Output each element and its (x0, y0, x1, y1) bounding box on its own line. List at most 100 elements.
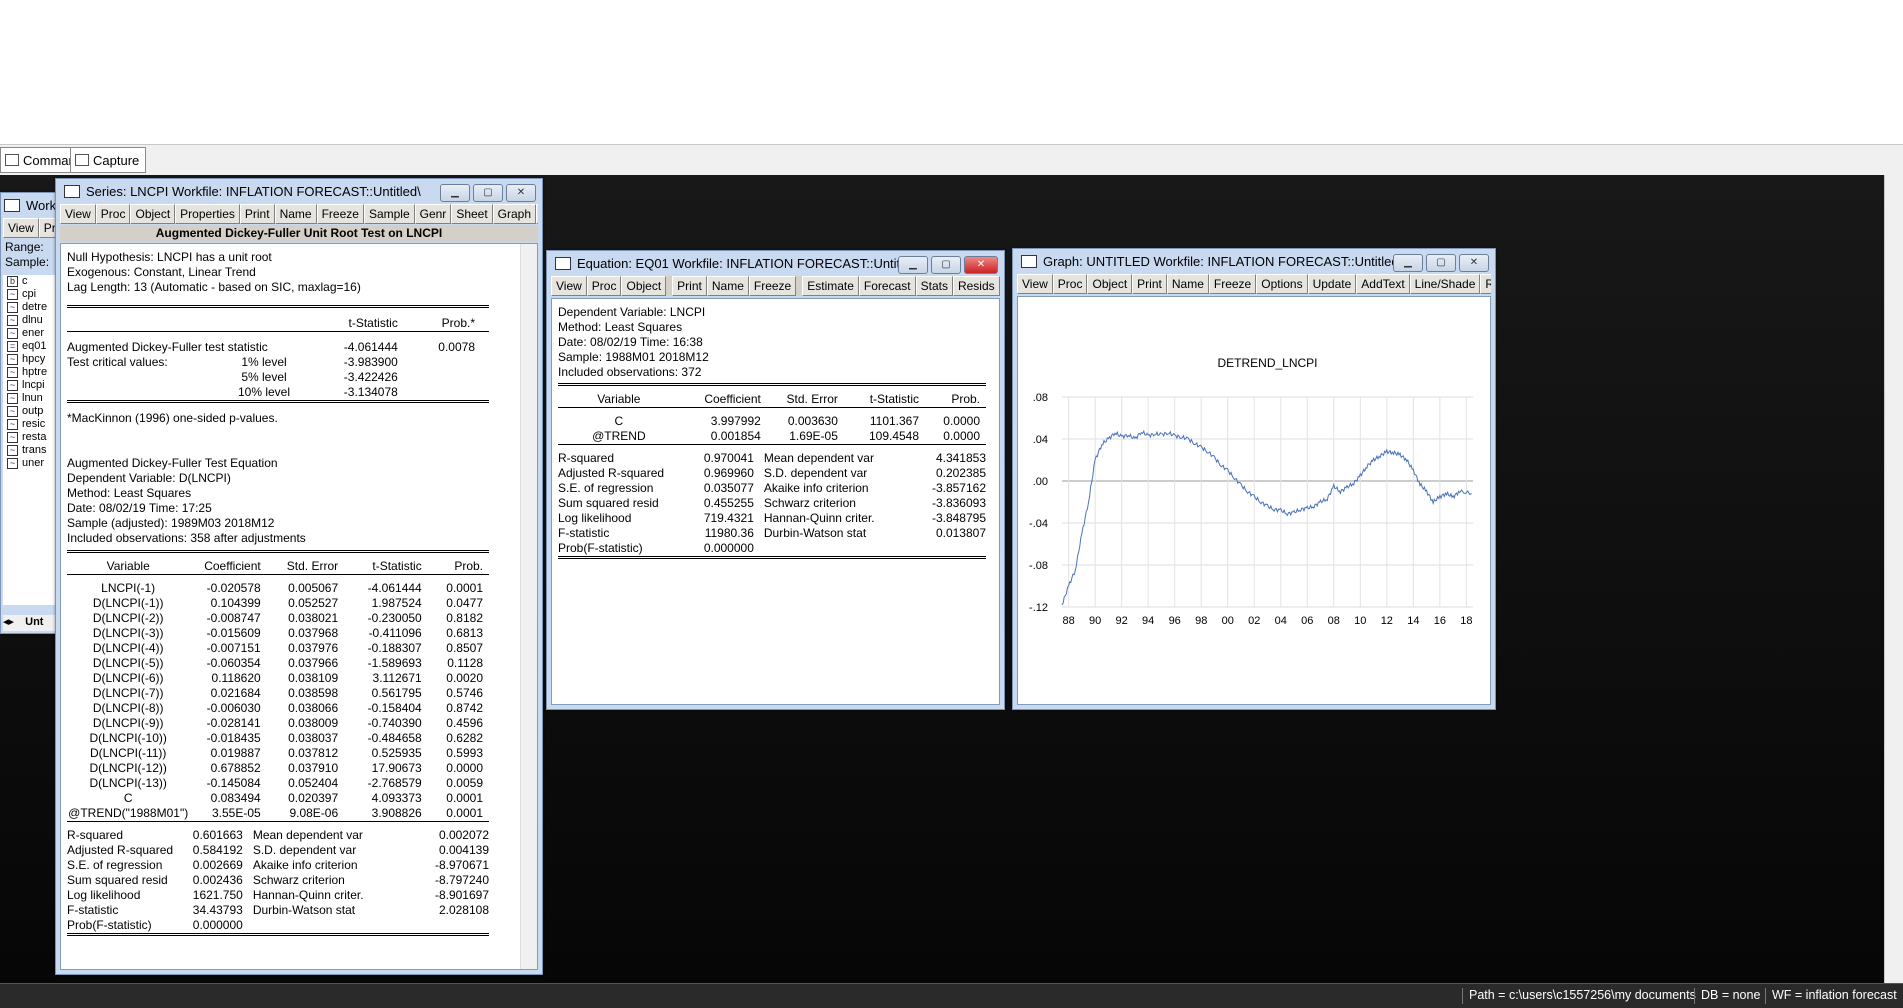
graph-object-button[interactable]: Object (1087, 274, 1133, 294)
close-button[interactable]: ✕ (964, 256, 998, 274)
equation-freeze-button[interactable]: Freeze (748, 276, 797, 296)
equation-view-button[interactable]: View (551, 276, 587, 296)
equation-name-button[interactable]: Name (706, 276, 749, 296)
workfile-item[interactable]: ~ detre (3, 301, 61, 314)
workfile-view-button[interactable]: View (3, 218, 39, 238)
workfile-item[interactable]: ~ resic (3, 418, 61, 431)
graph-lineshade-button[interactable]: Line/Shade (1409, 274, 1481, 294)
series-sheet-button[interactable]: Sheet (451, 204, 493, 224)
table-cell: 0.001854 (710, 429, 761, 443)
stats-cell: -8.901697 (434, 888, 489, 902)
equation-estimate-button[interactable]: Estimate (802, 276, 859, 296)
table-cell: 3.112671 (372, 671, 422, 685)
series-scrollbar[interactable] (520, 244, 537, 969)
maximize-button[interactable]: ▢ (931, 256, 961, 274)
column-header: Std. Error (286, 559, 339, 573)
series-stats-button[interactable]: Stats (536, 204, 538, 224)
table-cell: 0.0000 (943, 429, 980, 443)
workfile-item[interactable]: ~ outp (3, 405, 61, 418)
stats-cell: Log likelihood (558, 511, 632, 525)
workfile-item[interactable]: bc (3, 275, 61, 288)
maximize-button[interactable]: ▢ (1426, 254, 1456, 272)
workfile-item[interactable]: ~ hpcy (3, 353, 61, 366)
minimize-button[interactable]: ▁ (440, 184, 470, 202)
tab-untitled[interactable]: Unt (25, 616, 43, 628)
workfile-titlebar[interactable]: Workf (1, 193, 61, 218)
table-cell: 0.8507 (446, 641, 483, 655)
table-row: D(LNCPI(-5)) -0.060354 0.037966 -1.589693 0.… (67, 656, 489, 671)
close-button[interactable]: ✕ (1459, 254, 1489, 272)
table-cell: 0.037968 (288, 626, 339, 640)
workfile-window[interactable]: Workf View Pro Range: Sample: bc~cpi~det… (0, 192, 63, 634)
stats-cell: 0.004139 (438, 843, 489, 857)
maximize-button[interactable]: ▢ (473, 184, 503, 202)
workfile-item[interactable]: ~ lncpi (3, 379, 61, 392)
equation-print-button[interactable]: Print (672, 276, 707, 296)
series-object-icon: ~ (7, 445, 18, 456)
workfile-item[interactable]: ~ ener (3, 327, 61, 340)
equation-header-line: Included observations: 372 (558, 365, 702, 379)
graph-area[interactable]: DETREND_LNCPI .08 .04 .00 -.04 -.08 -.12 88 90 92… (1017, 296, 1491, 705)
equation-window[interactable]: Equation: EQ01 Workfile: INFLATION FOREC… (546, 250, 1005, 710)
workfile-item[interactable]: ~ hptre (3, 366, 61, 379)
stats-cell: 0.035077 (703, 481, 754, 495)
graph-print-button[interactable]: Print (1132, 274, 1167, 294)
stats-cell: Sum squared resid (558, 496, 659, 510)
series-print-button[interactable]: Print (239, 204, 275, 224)
series-name-button[interactable]: Name (274, 204, 317, 224)
tab-scroll-right-icon[interactable]: ▸ (9, 616, 15, 628)
graph-addtext-button[interactable]: AddText (1356, 274, 1410, 294)
series-object-button[interactable]: Object (130, 204, 176, 224)
minimize-button[interactable]: ▁ (898, 256, 928, 274)
series-proc-button[interactable]: Proc (95, 204, 131, 224)
command-window[interactable] (0, 0, 1903, 145)
graph-name-button[interactable]: Name (1166, 274, 1209, 294)
graph-view-button[interactable]: View (1017, 274, 1053, 294)
graph-remo-button[interactable]: Remo (1480, 274, 1491, 294)
workfile-item[interactable]: ~ trans (3, 444, 61, 457)
series-graph-button[interactable]: Graph (492, 204, 537, 224)
workfile-item[interactable]: ~ cpi (3, 288, 61, 301)
graph-update-button[interactable]: Update (1307, 274, 1357, 294)
workfile-item[interactable]: ~ lnun (3, 392, 61, 405)
table-cell: 1101.367 (869, 414, 920, 428)
graph-options-button[interactable]: Options (1256, 274, 1308, 294)
workfile-item[interactable]: ~ dlnu (3, 314, 61, 327)
table-cell: 0.083494 (210, 791, 261, 805)
stats-cell: -8.970671 (434, 858, 489, 872)
graph-titlebar[interactable]: Graph: UNTITLED Workfile: INFLATION FORE… (1013, 249, 1495, 274)
tab-capture[interactable]: Capture (70, 147, 147, 173)
y-tick-label: -.08 (1029, 560, 1048, 572)
minimize-button[interactable]: ▁ (1393, 254, 1423, 272)
series-properties-button[interactable]: Properties (175, 204, 240, 224)
series-titlebar[interactable]: Series: LNCPI Workfile: INFLATION FORECA… (56, 179, 542, 204)
series-sample-button[interactable]: Sample (363, 204, 415, 224)
x-tick-label: 02 (1248, 615, 1260, 627)
table-row: D(LNCPI(-9)) -0.028141 0.038009 -0.740390 0.… (67, 716, 489, 731)
table-cell: 17.90673 (371, 761, 422, 775)
equation-forecast-button[interactable]: Forecast (858, 276, 916, 296)
workfile-item[interactable]: = eq01 (3, 340, 61, 353)
workfile-item[interactable]: ~ uner (3, 457, 61, 470)
table-cell: -0.008747 (206, 611, 261, 625)
workfile-item[interactable]: ~ resta (3, 431, 61, 444)
series-window[interactable]: Series: LNCPI Workfile: INFLATION FORECA… (55, 178, 543, 975)
equation-resids-button[interactable]: Resids (952, 276, 1000, 296)
series-view-button[interactable]: View (60, 204, 96, 224)
table-cell: 0.6282 (446, 731, 483, 745)
table-cell: 0.118620 (211, 671, 261, 685)
graph-proc-button[interactable]: Proc (1052, 274, 1088, 294)
workfile-object-list[interactable]: b c ~ cpi ~ detre ~ dlnu ~ ener = eq01 ~ hpcy ~ hptre ~ l… (3, 275, 61, 605)
series-freeze-button[interactable]: Freeze (316, 204, 364, 224)
table-row: LNCPI(-1) -0.020578 0.005067 -4.061444 0.000… (67, 581, 489, 596)
equation-proc-button[interactable]: Proc (586, 276, 622, 296)
close-button[interactable]: ✕ (506, 184, 536, 202)
graph-freeze-button[interactable]: Freeze (1208, 274, 1257, 294)
series-genr-button[interactable]: Genr (414, 204, 452, 224)
equation-titlebar[interactable]: Equation: EQ01 Workfile: INFLATION FOREC… (547, 251, 1004, 276)
graph-window[interactable]: Graph: UNTITLED Workfile: INFLATION FORE… (1012, 248, 1496, 710)
workspace-scrollbar[interactable] (1884, 175, 1903, 983)
table-row: D(LNCPI(-11)) 0.019887 0.037812 0.525935 0.5… (67, 746, 489, 761)
equation-object-button[interactable]: Object (621, 276, 667, 296)
equation-stats-button[interactable]: Stats (915, 276, 953, 296)
